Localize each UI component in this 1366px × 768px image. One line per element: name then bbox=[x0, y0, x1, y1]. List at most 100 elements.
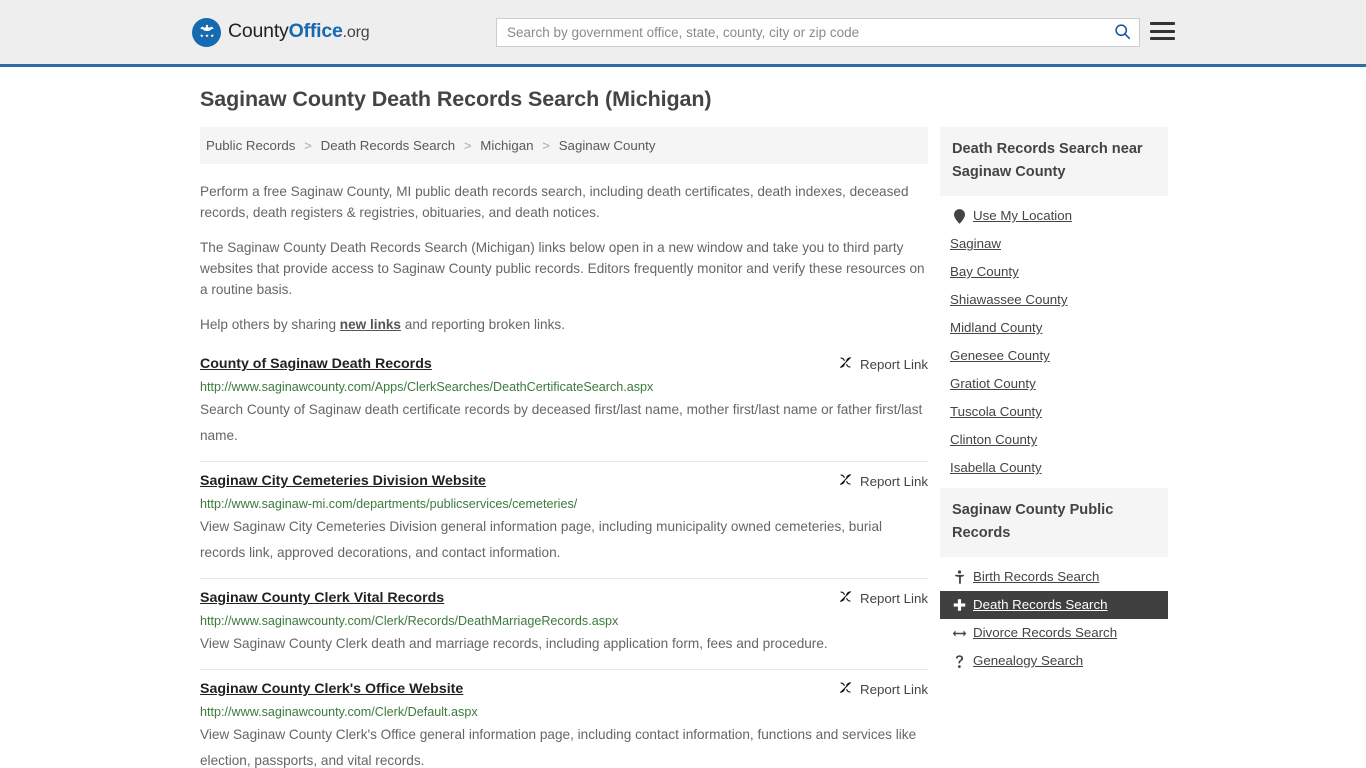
result-header: Saginaw County Clerk Vital Records Repor… bbox=[200, 588, 928, 608]
result-url[interactable]: http://www.saginawcounty.com/Clerk/Defau… bbox=[200, 702, 928, 722]
question-mark-icon bbox=[950, 654, 968, 669]
sidebar-item-label: Saginaw bbox=[950, 236, 1002, 251]
main-column: Public Records > Death Records Search > … bbox=[200, 127, 928, 768]
result-header: Saginaw County Clerk's Office Website Re… bbox=[200, 679, 928, 699]
result-title-link[interactable]: Saginaw County Clerk's Office Website bbox=[200, 679, 475, 699]
report-link-button[interactable]: Report Link bbox=[838, 679, 928, 698]
result-header: Saginaw City Cemeteries Division Website… bbox=[200, 471, 928, 491]
report-link-label: Report Link bbox=[860, 681, 928, 697]
result-item: Saginaw City Cemeteries Division Website… bbox=[200, 462, 928, 579]
sidebar-item-midland-county[interactable]: Midland County bbox=[940, 314, 1168, 342]
result-description: View Saginaw County Clerk death and marr… bbox=[200, 636, 828, 651]
sidebar-item-shiawassee-county[interactable]: Shiawassee County bbox=[940, 286, 1168, 314]
nearby-panel: Death Records Search near Saginaw County… bbox=[940, 127, 1168, 482]
sidebar-item-label: Gratiot County bbox=[950, 376, 1036, 391]
sidebar-item-birth-records-search[interactable]: Birth Records Search bbox=[940, 563, 1168, 591]
sidebar-item-genesee-county[interactable]: Genesee County bbox=[940, 342, 1168, 370]
report-link-button[interactable]: Report Link bbox=[838, 588, 928, 607]
result-description: View Saginaw City Cemeteries Division ge… bbox=[200, 519, 883, 560]
sidebar-item-label: Clinton County bbox=[950, 432, 1038, 447]
sidebar-item-divorce-records-search[interactable]: Divorce Records Search bbox=[940, 619, 1168, 647]
page-title: Saginaw County Death Records Search (Mic… bbox=[200, 87, 712, 111]
intro-p3-before: Help others by sharing bbox=[200, 317, 340, 332]
sidebar-item-gratiot-county[interactable]: Gratiot County bbox=[940, 370, 1168, 398]
report-link-label: Report Link bbox=[860, 473, 928, 489]
sidebar-item-label: Bay County bbox=[950, 264, 1019, 279]
arrows-split-icon bbox=[950, 628, 968, 639]
result-url[interactable]: http://www.saginaw-mi.com/departments/pu… bbox=[200, 494, 928, 514]
sidebar-item-label: Birth Records Search bbox=[973, 569, 1100, 584]
result-title-link[interactable]: County of Saginaw Death Records bbox=[200, 354, 444, 374]
results-list: County of Saginaw Death Records Report L… bbox=[200, 349, 928, 768]
result-description: Search County of Saginaw death certifica… bbox=[200, 402, 923, 443]
nearby-panel-title: Death Records Search near Saginaw County bbox=[940, 127, 1168, 196]
sidebar-item-label: Shiawassee County bbox=[950, 292, 1068, 307]
sidebar-item-bay-county[interactable]: Bay County bbox=[940, 258, 1168, 286]
intro-paragraph-3: Help others by sharing new links and rep… bbox=[200, 314, 928, 335]
sidebar-item-clinton-county[interactable]: Clinton County bbox=[940, 426, 1168, 454]
sidebar-item-label: Use My Location bbox=[973, 208, 1073, 223]
sidebar-item-label: Genealogy Search bbox=[973, 653, 1084, 668]
public-records-list: Birth Records Search Death Records Searc… bbox=[940, 557, 1168, 675]
search-button[interactable] bbox=[1105, 19, 1139, 46]
report-link-button[interactable]: Report Link bbox=[838, 471, 928, 490]
breadcrumb-separator: > bbox=[463, 138, 472, 153]
broken-link-icon bbox=[838, 472, 853, 490]
breadcrumb-item-public-records[interactable]: Public Records bbox=[206, 138, 295, 153]
search-input[interactable] bbox=[497, 19, 1105, 46]
hamburger-bar-1 bbox=[1150, 22, 1175, 25]
breadcrumb-separator: > bbox=[542, 138, 550, 153]
hamburger-menu-icon[interactable] bbox=[1150, 20, 1175, 42]
breadcrumb-item-saginaw-county[interactable]: Saginaw County bbox=[559, 138, 656, 153]
sidebar-item-label: Genesee County bbox=[950, 348, 1050, 363]
breadcrumb-item-death-records-search[interactable]: Death Records Search bbox=[321, 138, 456, 153]
result-title-link[interactable]: Saginaw County Clerk Vital Records bbox=[200, 588, 456, 608]
site-header: CountyOffice.org bbox=[0, 0, 1366, 67]
sidebar-item-isabella-county[interactable]: Isabella County bbox=[940, 454, 1168, 482]
site-logo[interactable]: CountyOffice.org bbox=[192, 17, 370, 47]
sidebar-item-label: Divorce Records Search bbox=[973, 625, 1118, 640]
result-header: County of Saginaw Death Records Report L… bbox=[200, 354, 928, 374]
logo-text-office: Office bbox=[288, 20, 343, 43]
sidebar-item-label: Death Records Search bbox=[973, 597, 1108, 612]
sidebar-item-genealogy-search[interactable]: Genealogy Search bbox=[940, 647, 1168, 675]
page-body: Saginaw County Death Records Search (Mic… bbox=[0, 67, 1366, 768]
breadcrumb-separator: > bbox=[304, 138, 312, 153]
intro-paragraph-1: Perform a free Saginaw County, MI public… bbox=[200, 184, 909, 220]
result-description: View Saginaw County Clerk's Office gener… bbox=[200, 727, 917, 768]
result-url[interactable]: http://www.saginawcounty.com/Apps/ClerkS… bbox=[200, 377, 928, 397]
sidebar-item-tuscola-county[interactable]: Tuscola County bbox=[940, 398, 1168, 426]
cross-icon bbox=[950, 598, 968, 612]
result-item: Saginaw County Clerk Vital Records Repor… bbox=[200, 579, 928, 670]
logo-text-county: County bbox=[228, 20, 289, 43]
sidebar-item-label: Midland County bbox=[950, 320, 1043, 335]
hamburger-bar-3 bbox=[1150, 37, 1175, 40]
sidebar-item-saginaw[interactable]: Saginaw bbox=[940, 230, 1168, 258]
intro-paragraph-2: The Saginaw County Death Records Search … bbox=[200, 240, 925, 297]
search-bar[interactable] bbox=[496, 18, 1140, 47]
broken-link-icon bbox=[838, 680, 853, 698]
report-link-label: Report Link bbox=[860, 590, 928, 606]
hamburger-bar-2 bbox=[1150, 29, 1175, 33]
intro-text: Perform a free Saginaw County, MI public… bbox=[200, 164, 928, 335]
broken-link-icon bbox=[838, 589, 853, 607]
intro-p3-after: and reporting broken links. bbox=[401, 317, 565, 332]
content-columns: Public Records > Death Records Search > … bbox=[0, 127, 1366, 768]
result-item: County of Saginaw Death Records Report L… bbox=[200, 349, 928, 462]
sidebar-item-label: Isabella County bbox=[950, 460, 1042, 475]
report-link-button[interactable]: Report Link bbox=[838, 354, 928, 373]
new-links-link[interactable]: new links bbox=[340, 317, 401, 332]
public-records-panel-title: Saginaw County Public Records bbox=[940, 488, 1168, 557]
sidebar-item-use-my-location[interactable]: Use My Location bbox=[940, 202, 1168, 230]
report-link-label: Report Link bbox=[860, 356, 928, 372]
breadcrumb-item-michigan[interactable]: Michigan bbox=[480, 138, 533, 153]
result-url[interactable]: http://www.saginawcounty.com/Clerk/Recor… bbox=[200, 611, 928, 631]
breadcrumb: Public Records > Death Records Search > … bbox=[200, 127, 928, 164]
public-records-panel: Saginaw County Public Records Birth Reco… bbox=[940, 488, 1168, 675]
search-icon bbox=[1114, 23, 1131, 43]
sidebar-item-death-records-search[interactable]: Death Records Search bbox=[940, 591, 1168, 619]
result-title-link[interactable]: Saginaw City Cemeteries Division Website bbox=[200, 471, 498, 491]
sidebar: Death Records Search near Saginaw County… bbox=[940, 127, 1168, 681]
eagle-seal-icon bbox=[192, 17, 221, 47]
header-inner: CountyOffice.org bbox=[0, 0, 1366, 64]
